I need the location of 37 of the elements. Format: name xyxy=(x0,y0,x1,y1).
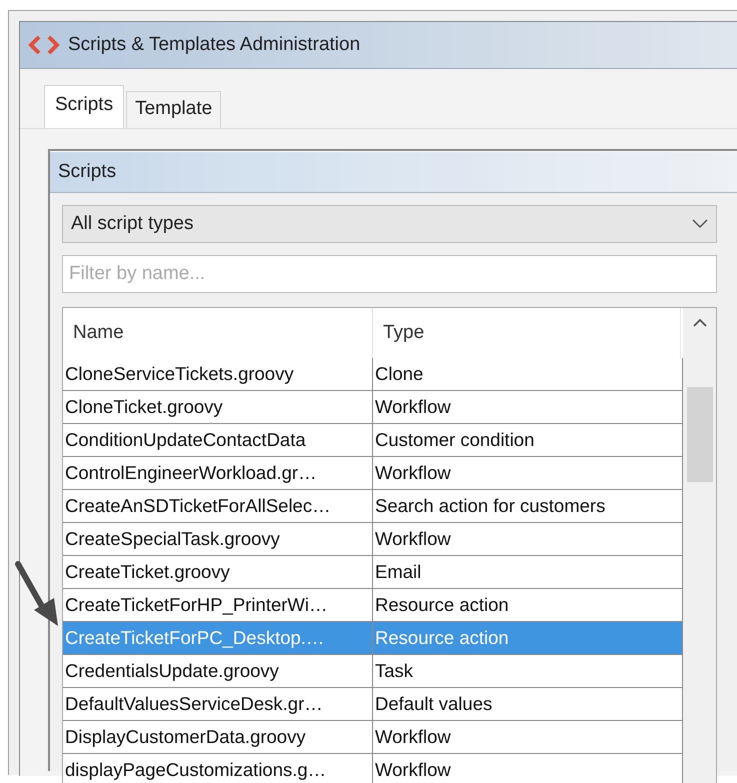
annotation-arrow xyxy=(15,561,58,626)
table-cell: DefaultValuesServiceDesk.gr… xyxy=(63,688,373,720)
table-row[interactable]: CloneServiceTickets.groovy Clone xyxy=(63,358,683,391)
script-type-dropdown[interactable]: All script types xyxy=(62,205,717,243)
table-cell: CreateAnSDTicketForAllSelec… xyxy=(63,490,373,522)
table-cell: displayPageCustomizations.g… xyxy=(63,754,373,783)
filter-field[interactable]: Filter by name... xyxy=(62,255,717,293)
table-cell: CreateTicket.groovy xyxy=(63,556,373,588)
table-row[interactable]: CreateTicket.groovy Email xyxy=(63,556,683,589)
table-row[interactable]: CloneTicket.groovy Workflow xyxy=(63,391,683,424)
scrollbar[interactable] xyxy=(683,308,716,783)
table-row[interactable]: CreateSpecialTask.groovy Workflow xyxy=(63,523,683,556)
table-cell: CredentialsUpdate.groovy xyxy=(63,655,373,687)
table-cell: CloneServiceTickets.groovy xyxy=(63,358,373,390)
table-row[interactable]: CredentialsUpdate.groovy Task xyxy=(63,655,683,688)
scrollbar-thumb[interactable] xyxy=(686,387,712,482)
code-brackets-icon xyxy=(28,35,60,55)
table-row[interactable]: ControlEngineerWorkload.gr… Workflow xyxy=(63,457,683,490)
table-row[interactable]: DisplayCustomerData.groovy Workflow xyxy=(63,721,683,754)
table-row[interactable]: CreateTicketForHP_PrinterWi… Resource action xyxy=(63,589,683,622)
table-cell: CloneTicket.groovy xyxy=(63,391,373,423)
table-cell: DisplayCustomerData.groovy xyxy=(63,721,373,753)
table-cell: ControlEngineerWorkload.gr… xyxy=(63,457,373,489)
table-cell: ConditionUpdateContactData xyxy=(63,424,373,456)
table-row[interactable]: ConditionUpdateContactData Customer condition xyxy=(63,424,683,457)
table-cell: CreateSpecialTask.groovy xyxy=(63,523,373,555)
table-row[interactable]: DefaultValuesServiceDesk.gr… Default values xyxy=(63,688,683,721)
tab[interactable]: Scripts xyxy=(44,85,124,128)
table-cell: CreateTicketForHP_PrinterWi… xyxy=(63,589,373,621)
tab[interactable]: Template xyxy=(126,91,222,128)
chevron-up-icon[interactable] xyxy=(692,318,706,327)
table-row[interactable]: CreateAnSDTicketForAllSelec… Search action for customers xyxy=(63,490,683,523)
table-cell: CreateTicketForPC_Desktop.… xyxy=(63,622,373,654)
window-title: Scripts & Templates Administration xyxy=(68,34,360,56)
chevron-down-icon xyxy=(692,219,708,229)
panel-title: Scripts xyxy=(50,151,737,193)
table-row[interactable]: displayPageCustomizations.g… Workflow xyxy=(63,754,683,783)
